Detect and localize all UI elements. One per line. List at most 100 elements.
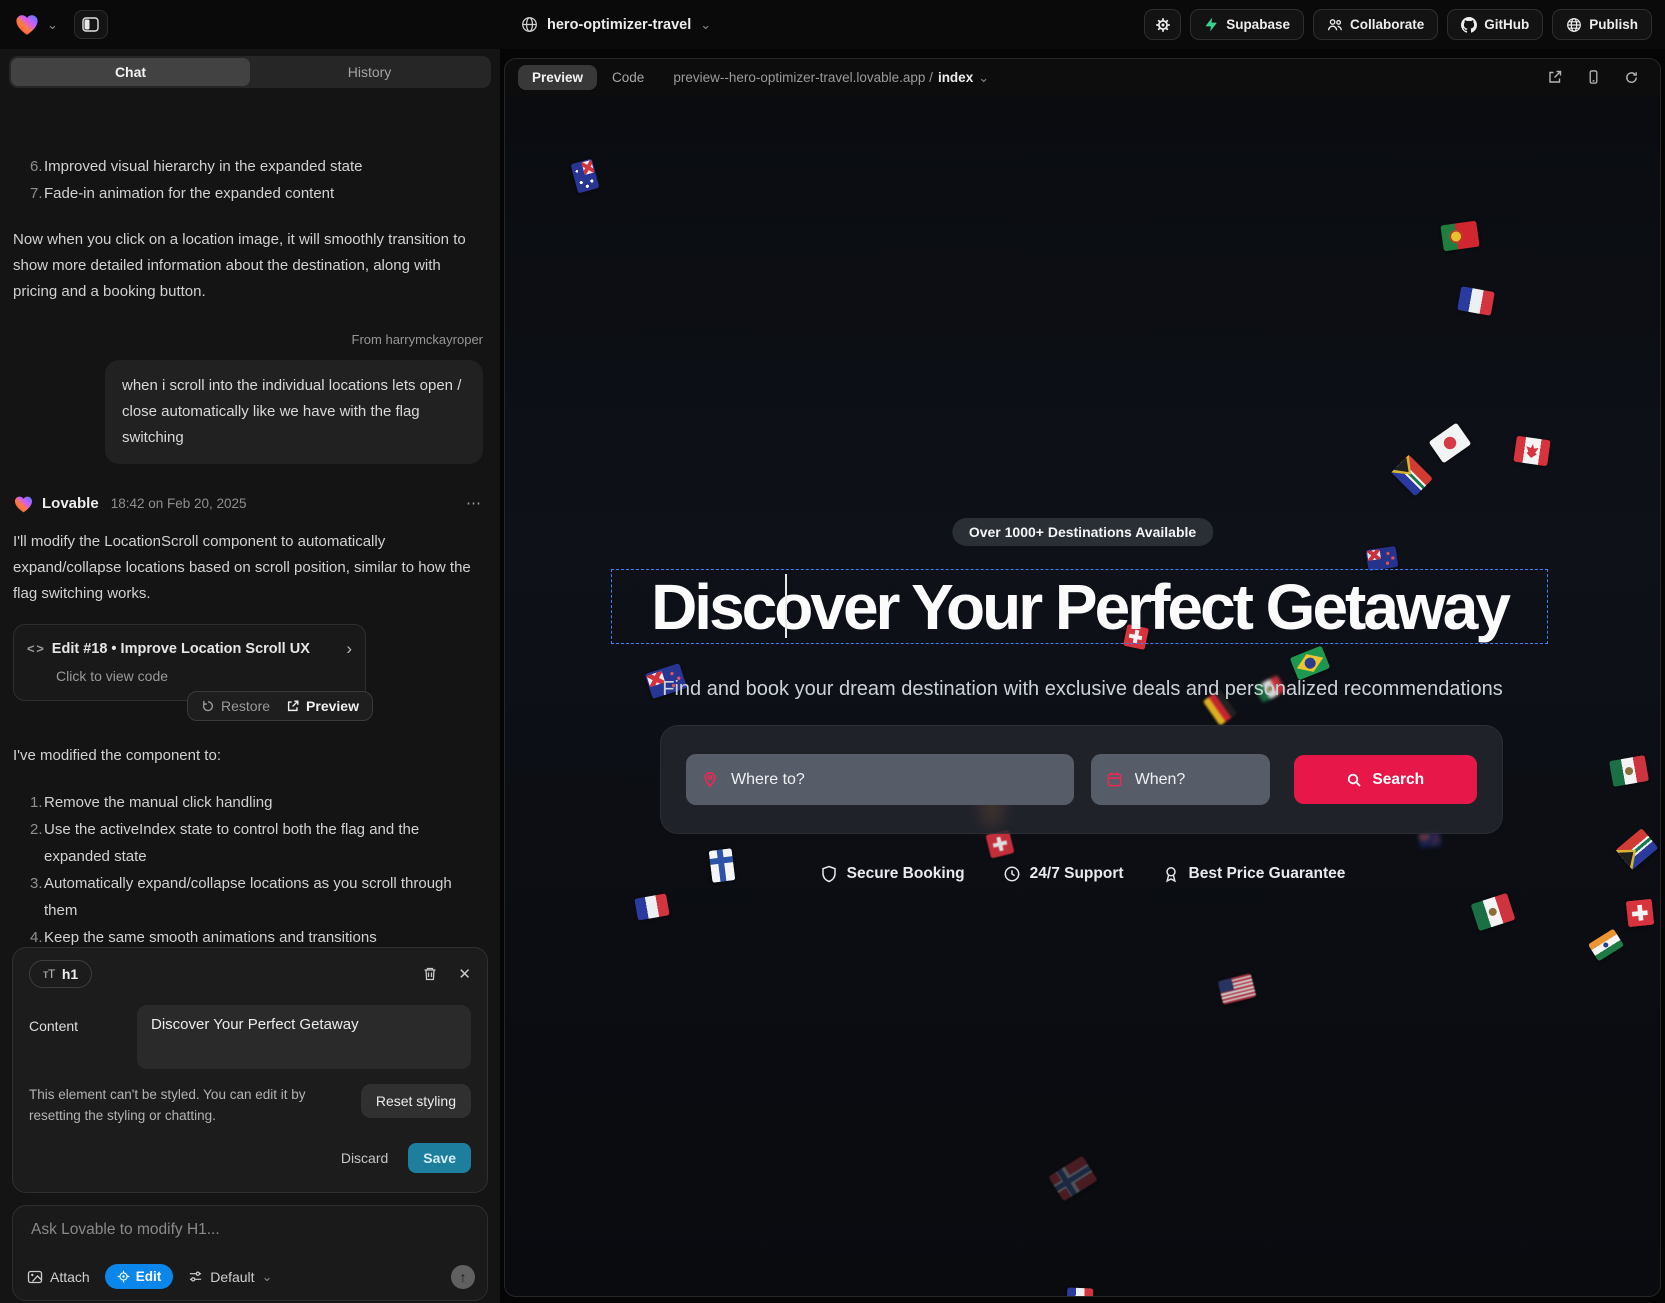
supabase-button[interactable]: Supabase bbox=[1190, 9, 1304, 40]
code-icon: < > bbox=[27, 636, 43, 662]
preview-url[interactable]: preview--hero-optimizer-travel.lovable.a… bbox=[673, 70, 989, 85]
settings-button[interactable] bbox=[1144, 9, 1181, 40]
edit-card-title: Edit #18 • Improve Location Scroll UX bbox=[52, 636, 310, 662]
shield-icon bbox=[820, 865, 838, 883]
tab-history[interactable]: History bbox=[250, 58, 489, 86]
flag-mexico bbox=[1471, 893, 1516, 931]
flag-usa bbox=[1218, 973, 1257, 1005]
assistant-list-bottom: 1. Remove the manual click handling 2. U… bbox=[13, 789, 483, 947]
people-icon bbox=[1327, 17, 1343, 33]
gear-icon bbox=[1155, 17, 1171, 33]
when-input[interactable] bbox=[1133, 770, 1255, 790]
assistant-paragraph: I'll modify the LocationScroll component… bbox=[13, 529, 483, 607]
search-button[interactable]: Search bbox=[1294, 755, 1477, 804]
award-icon bbox=[1162, 865, 1180, 883]
composer-input[interactable] bbox=[29, 1220, 413, 1240]
flag-france bbox=[1067, 1288, 1094, 1296]
url-page: index bbox=[938, 70, 973, 85]
mobile-view-icon[interactable] bbox=[1586, 69, 1601, 85]
chevron-down-icon: ⌄ bbox=[700, 18, 711, 31]
element-tag-pill[interactable]: тT h1 bbox=[29, 960, 92, 988]
chat-history-tabs: Chat History bbox=[9, 56, 491, 88]
reset-styling-button[interactable]: Reset styling bbox=[361, 1084, 471, 1118]
github-icon bbox=[1461, 17, 1477, 33]
tab-preview[interactable]: Preview bbox=[518, 65, 597, 90]
user-attribution: From harrymckayroper bbox=[13, 327, 483, 353]
user-message-bubble: when i scroll into the individual locati… bbox=[105, 360, 483, 464]
discard-button[interactable]: Discard bbox=[341, 1150, 388, 1166]
preview-panel: Preview Code preview--hero-optimizer-tra… bbox=[504, 58, 1661, 1297]
refresh-icon[interactable] bbox=[1624, 70, 1639, 85]
image-icon bbox=[27, 1269, 43, 1285]
publish-button[interactable]: Publish bbox=[1552, 9, 1652, 40]
mode-selector[interactable]: Default ⌄ bbox=[188, 1269, 272, 1285]
preview-toolbar: Preview Code preview--hero-optimizer-tra… bbox=[505, 59, 1660, 95]
list-item: 3. Automatically expand/collapse locatio… bbox=[13, 870, 483, 924]
sliders-icon bbox=[188, 1269, 203, 1284]
feature-support: 24/7 Support bbox=[1003, 865, 1124, 883]
sidebar-panel-icon bbox=[82, 17, 99, 32]
list-item: 4. Keep the same smooth animations and t… bbox=[13, 924, 483, 947]
close-icon[interactable]: ✕ bbox=[458, 965, 471, 983]
edit-mode-button[interactable]: Edit bbox=[105, 1264, 174, 1289]
site-viewport: Over 1000+ Destinations Available Discov… bbox=[505, 95, 1660, 1296]
where-field[interactable] bbox=[686, 754, 1074, 805]
assistant-name: Lovable bbox=[42, 491, 99, 517]
flag-norway bbox=[1048, 1155, 1097, 1201]
selection-overlay: Discover Your Perfect Getaway bbox=[611, 569, 1548, 644]
destinations-badge: Over 1000+ Destinations Available bbox=[952, 518, 1213, 546]
trash-icon[interactable] bbox=[422, 966, 438, 982]
globe-icon bbox=[521, 16, 538, 33]
feature-guarantee: Best Price Guarantee bbox=[1162, 865, 1346, 883]
url-base: preview--hero-optimizer-travel.lovable.a… bbox=[673, 70, 933, 85]
message-menu-icon[interactable]: ⋯ bbox=[466, 491, 483, 517]
lovable-avatar bbox=[13, 494, 34, 515]
flag-france bbox=[634, 893, 669, 920]
flag-portugal bbox=[1440, 221, 1479, 252]
flag-canada bbox=[1513, 436, 1550, 466]
project-selector[interactable]: hero-optimizer-travel ⌄ bbox=[521, 0, 711, 49]
flag-south-africa bbox=[1616, 828, 1659, 870]
content-label: Content bbox=[29, 1005, 137, 1069]
element-tag: h1 bbox=[62, 966, 78, 982]
tab-chat[interactable]: Chat bbox=[11, 58, 250, 86]
sidebar-toggle-button[interactable] bbox=[74, 10, 108, 39]
edit-card[interactable]: < > Edit #18 • Improve Location Scroll U… bbox=[13, 624, 366, 701]
edit-card-wrap: < > Edit #18 • Improve Location Scroll U… bbox=[13, 624, 366, 719]
feature-badges: Secure Booking 24/7 Support Best Price G… bbox=[505, 865, 1660, 883]
preview-button[interactable]: Preview bbox=[286, 693, 359, 719]
flag-south-africa bbox=[1391, 454, 1433, 496]
open-external-icon[interactable] bbox=[1547, 69, 1563, 85]
chevron-down-icon: ⌄ bbox=[262, 1270, 273, 1283]
styling-note: This element can't be styled. You can ed… bbox=[29, 1084, 351, 1126]
flag-france bbox=[1457, 286, 1495, 316]
github-button[interactable]: GitHub bbox=[1447, 9, 1543, 40]
search-icon bbox=[1346, 772, 1362, 788]
send-button[interactable]: ↑ bbox=[451, 1265, 475, 1289]
publish-globe-icon bbox=[1566, 17, 1582, 33]
assistant-list-top: 6. Improved visual hierarchy in the expa… bbox=[13, 153, 483, 207]
topbar: ⌄ hero-optimizer-travel ⌄ bbox=[0, 0, 1665, 49]
assistant-header: Lovable 18:42 on Feb 20, 2025 ⋯ bbox=[13, 491, 483, 517]
site-headline[interactable]: Discover Your Perfect Getaway bbox=[651, 570, 1508, 644]
flag-switzerland bbox=[1626, 899, 1655, 928]
restore-button[interactable]: Restore bbox=[201, 693, 270, 719]
lovable-logo[interactable] bbox=[14, 12, 40, 38]
project-name: hero-optimizer-travel bbox=[547, 17, 691, 33]
location-pin-icon bbox=[701, 771, 719, 789]
search-bar: Search bbox=[660, 725, 1503, 834]
content-input[interactable]: Discover Your Perfect Getaway bbox=[137, 1005, 471, 1069]
when-field[interactable] bbox=[1091, 754, 1270, 805]
flag-new-zealand bbox=[1366, 546, 1399, 571]
list-item: 7. Fade-in animation for the expanded co… bbox=[13, 180, 483, 207]
collaborate-button[interactable]: Collaborate bbox=[1313, 9, 1438, 40]
tab-code[interactable]: Code bbox=[612, 70, 644, 85]
flag-india bbox=[1588, 929, 1624, 962]
composer-panel: Attach Edit Default ⌄ bbox=[12, 1205, 488, 1301]
supabase-icon bbox=[1204, 17, 1219, 32]
attach-button[interactable]: Attach bbox=[27, 1269, 90, 1285]
save-button[interactable]: Save bbox=[408, 1143, 471, 1173]
where-input[interactable] bbox=[729, 770, 1059, 790]
chevron-down-icon[interactable]: ⌄ bbox=[47, 18, 58, 31]
chevron-right-icon: › bbox=[346, 636, 352, 662]
